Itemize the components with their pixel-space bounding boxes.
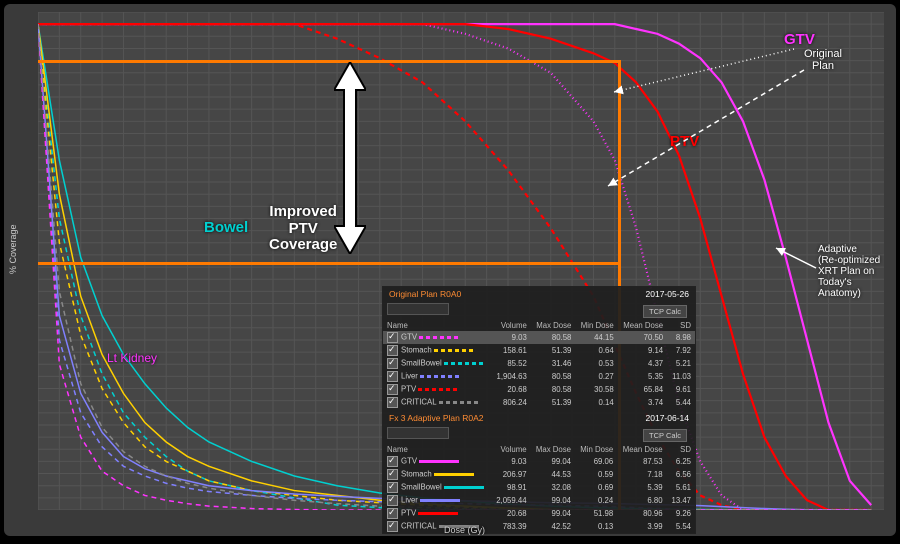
- checkbox-icon[interactable]: [387, 508, 398, 519]
- table-row[interactable]: PTV20.6880.5830.5865.849.61: [383, 383, 695, 396]
- table-row[interactable]: GTV9.0380.5844.1570.508.98: [383, 331, 695, 344]
- plan-b-date: 2017-06-14: [646, 413, 689, 423]
- table-row[interactable]: SmallBowel85.5231.460.534.375.21: [383, 357, 695, 370]
- plan-a-title: Original Plan R0A0: [389, 289, 461, 299]
- table-row[interactable]: CRITICAL783.3942.520.133.995.54: [383, 520, 695, 533]
- table-row[interactable]: Stomach158.6151.390.649.147.92: [383, 344, 695, 357]
- tcp-calc-button-b[interactable]: TCP Calc: [643, 429, 687, 442]
- checkbox-icon[interactable]: [387, 371, 398, 382]
- checkbox-icon[interactable]: [387, 469, 398, 480]
- checkbox-icon[interactable]: [387, 456, 398, 467]
- checkbox-icon[interactable]: [387, 345, 398, 356]
- y-axis-label: % Coverage: [8, 224, 18, 274]
- label-improved: Improved PTV Coverage: [269, 204, 337, 254]
- checkbox-icon[interactable]: [387, 495, 398, 506]
- tcp-calc-button-a[interactable]: TCP Calc: [643, 305, 687, 318]
- x-axis-label: Dose (Gy): [444, 526, 485, 536]
- dropdown-a[interactable]: [387, 303, 449, 315]
- plan-b-title: Fx 3 Adaptive Plan R0A2: [389, 413, 484, 423]
- coverage-arrow: [334, 62, 366, 254]
- table-row[interactable]: PTV20.6899.0451.9880.969.26: [383, 507, 695, 520]
- checkbox-icon[interactable]: [387, 384, 398, 395]
- guide-top: [38, 60, 621, 63]
- table-row[interactable]: Stomach206.9744.530.597.186.56: [383, 468, 695, 481]
- checkbox-icon[interactable]: [387, 482, 398, 493]
- label-ptv: PTV: [670, 134, 699, 151]
- label-original-plan: Original Plan: [804, 48, 842, 72]
- table-row[interactable]: Liver1,904.6380.580.275.3511.03: [383, 370, 695, 383]
- table-row[interactable]: CRITICAL806.2451.390.143.745.44: [383, 396, 695, 409]
- table-row[interactable]: GTV9.0399.0469.0687.536.25: [383, 455, 695, 468]
- checkbox-icon[interactable]: [387, 397, 398, 408]
- plan-a-date: 2017-05-26: [646, 289, 689, 299]
- label-adaptive: Adaptive (Re-optimized XRT Plan on Today…: [818, 244, 880, 299]
- stats-table-b: NameVolumeMax DoseMin DoseMean DoseSDGTV…: [383, 444, 695, 533]
- checkbox-icon[interactable]: [387, 521, 398, 532]
- guide-bottom: [38, 262, 621, 265]
- label-bowel: Bowel: [204, 220, 248, 237]
- label-kidney: Lt Kidney: [107, 352, 157, 365]
- stats-panel: Original Plan R0A0 2017-05-26 TCP Calc Na…: [382, 286, 696, 534]
- stats-table-a: NameVolumeMax DoseMin DoseMean DoseSDGTV…: [383, 320, 695, 409]
- table-row[interactable]: Liver2,059.4499.040.246.8013.47: [383, 494, 695, 507]
- checkbox-icon[interactable]: [387, 332, 398, 343]
- label-gtv: GTV: [784, 32, 815, 49]
- dropdown-b[interactable]: [387, 427, 449, 439]
- table-row[interactable]: SmallBowel98.9132.080.695.395.61: [383, 481, 695, 494]
- checkbox-icon[interactable]: [387, 358, 398, 369]
